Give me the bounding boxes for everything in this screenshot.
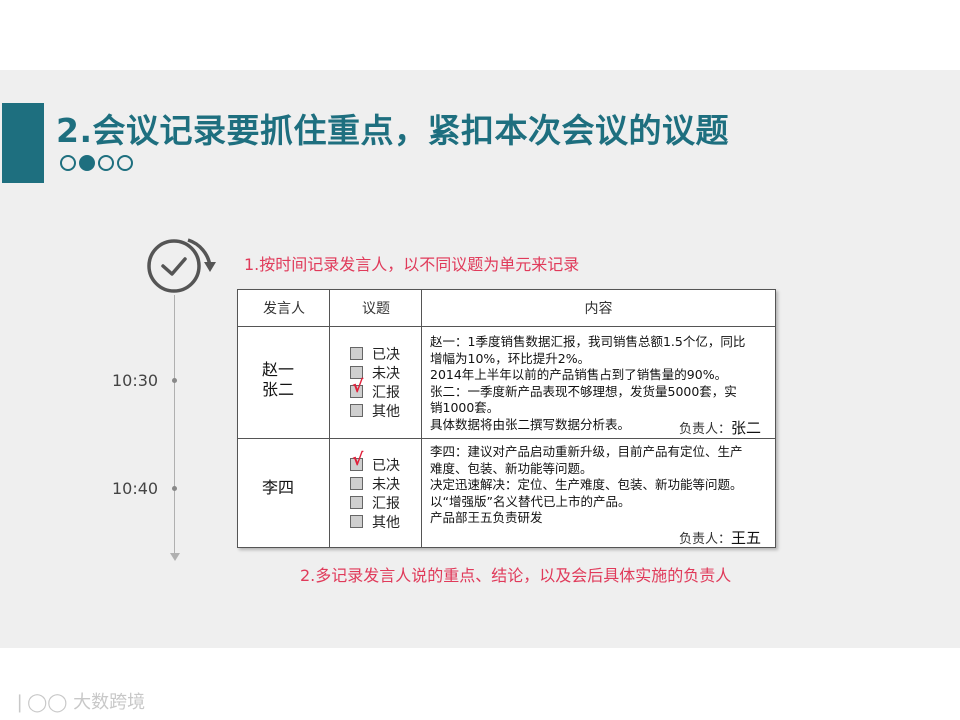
table-row-line (238, 438, 775, 439)
slide-title: 2.会议记录要抓住重点，紧扣本次会议的议题 (56, 111, 729, 150)
time-label: 10:30 (112, 371, 159, 390)
checkbox[interactable] (350, 347, 363, 360)
checkbox[interactable] (350, 477, 363, 490)
progress-dot (60, 155, 76, 171)
minutes-table: 发言人 议题 内容 赵一 张二 已决 未决 √ 汇报 其他 赵一：1季度销售数据汇… (237, 289, 776, 548)
table-header-line (238, 326, 775, 327)
row1-speaker: 赵一 张二 (238, 360, 318, 400)
speaker-name: 张二 (261, 380, 294, 399)
checkmark-icon: √ (352, 450, 364, 470)
timeline-axis (174, 295, 175, 557)
header-speaker: 发言人 (238, 290, 330, 327)
topic-option[interactable]: 其他 (350, 512, 400, 531)
row1-topic-options: 已决 未决 √ 汇报 其他 (350, 344, 400, 420)
row2-topic-options: √ 已决 未决 汇报 其他 (350, 452, 400, 531)
header-topic: 议题 (330, 290, 422, 327)
progress-dot (98, 155, 114, 171)
progress-dot (117, 155, 133, 171)
topic-option[interactable]: 其他 (350, 401, 400, 420)
timeline-arrow-icon (170, 553, 180, 561)
logo-icon: ❘◯◯ (12, 692, 74, 713)
topic-option[interactable]: √ 汇报 (350, 379, 400, 401)
row2-content: 李四：建议对产品启动重新升级，目前产品有定位、生产 难度、包装、新功能等问题。 … (430, 444, 743, 525)
table-divider (421, 290, 422, 547)
topic-option[interactable]: 已决 (350, 344, 400, 363)
note-bottom: 2.多记录发言人说的重点、结论，以及会后具体实施的负责人 (300, 566, 732, 585)
checkbox[interactable] (350, 404, 363, 417)
row2-speaker: 李四 (238, 478, 318, 498)
progress-dot-active (79, 155, 95, 171)
timeline-tick (172, 486, 177, 491)
topic-option[interactable]: √ 已决 (350, 452, 400, 474)
watermark-logo: ❘◯◯ 大数跨境 (12, 692, 146, 713)
row1-owner: 负责人：张二 (678, 419, 761, 437)
topic-option[interactable]: 汇报 (350, 493, 400, 512)
checkmark-icon: √ (352, 377, 364, 397)
table-divider (329, 290, 330, 547)
title-accent-bar (2, 103, 44, 183)
clock-icon (147, 238, 216, 293)
row2-owner: 负责人：王五 (678, 529, 761, 547)
header-content: 内容 (422, 290, 775, 327)
topic-option[interactable]: 未决 (350, 474, 400, 493)
time-label: 10:40 (112, 479, 159, 498)
speaker-name: 李四 (261, 478, 294, 497)
progress-dots (60, 155, 133, 171)
checkbox[interactable] (350, 515, 363, 528)
checkbox-checked[interactable]: √ (350, 452, 363, 471)
timeline-tick (172, 378, 177, 383)
note-top: 1.按时间记录发言人，以不同议题为单元来记录 (244, 255, 580, 274)
checkbox-checked[interactable]: √ (350, 379, 363, 398)
checkbox[interactable] (350, 496, 363, 509)
speaker-name: 赵一 (261, 360, 294, 379)
